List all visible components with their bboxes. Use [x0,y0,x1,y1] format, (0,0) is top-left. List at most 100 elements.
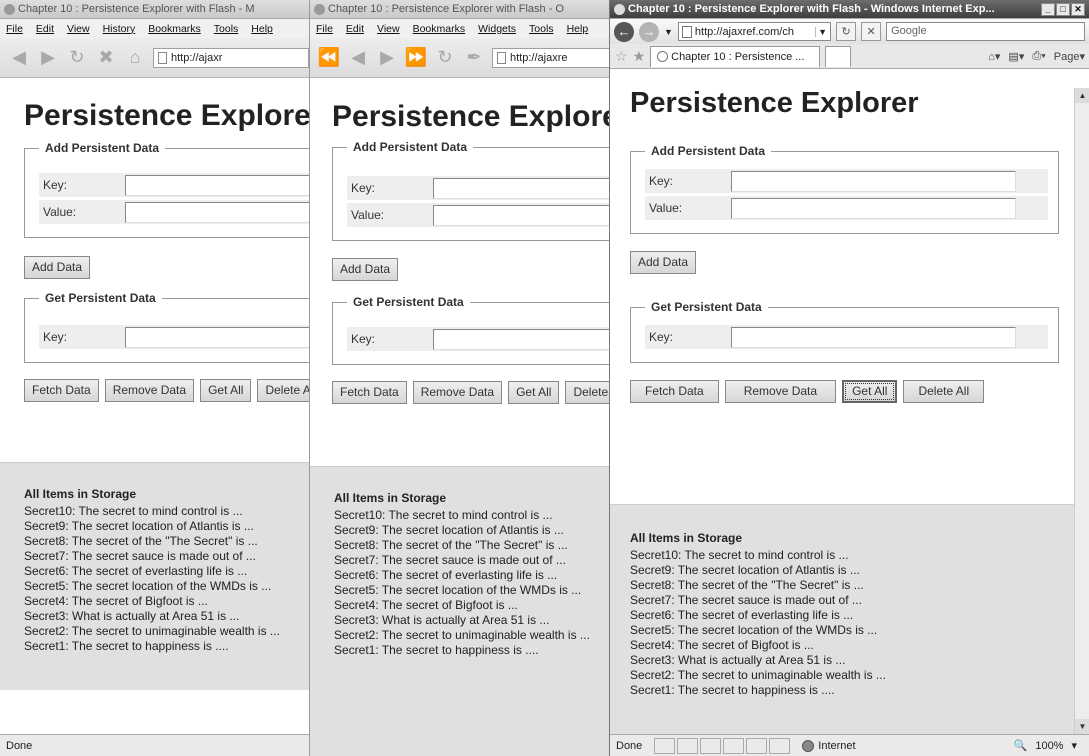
add-value-input[interactable] [433,204,614,226]
maximize-button[interactable]: □ [1056,2,1070,16]
get-data-fieldset: Get Persistent Data Key: [332,295,614,365]
storage-item: Secret3: What is actually at Area 51 is … [630,653,846,667]
page-title: Persistence Explorer [332,100,615,133]
storage-heading: All Items in Storage [630,531,743,545]
feeds-icon[interactable]: ▤▾ [1008,50,1024,63]
reload-icon[interactable]: ↻ [434,47,456,68]
storage-list: Secret10: The secret to mind control is … [24,504,309,654]
menu-help[interactable]: Help [251,23,273,35]
get-key-input[interactable] [433,328,614,350]
menu-widgets[interactable]: Widgets [478,23,516,35]
add-key-input[interactable] [433,177,614,199]
get-data-fieldset: Get Persistent Data Key: [24,291,309,363]
delete-all-button[interactable]: Delete All [565,381,614,404]
value-label: Value: [351,208,385,222]
remove-data-button[interactable]: Remove Data [724,380,837,403]
remove-data-button[interactable]: Remove Data [412,381,503,404]
forward-icon[interactable]: → [639,21,659,42]
add-data-legend: Add Persistent Data [353,140,468,154]
action-buttons: Fetch Data Remove Data Get All Delete Al… [24,379,309,402]
menu-tools[interactable]: Tools [529,23,554,35]
window-title: Chapter 10 : Persistence Explorer with F… [628,3,995,15]
get-key-row: Key: [645,325,1048,349]
menu-tools[interactable]: Tools [214,23,239,35]
menu-view[interactable]: View [67,23,90,35]
home-icon[interactable]: ⌂ [124,47,146,68]
zoom-control[interactable]: 🔍 100% ▾ [1014,739,1089,753]
scroll-up-icon[interactable]: ▲ [1075,88,1089,103]
page-content: Persistence Explorer Add Persistent Data… [0,99,309,402]
address-bar[interactable]: http://ajaxre [492,47,614,68]
add-key-input[interactable] [125,174,309,196]
close-button[interactable]: ✕ [1071,2,1085,16]
add-value-input[interactable] [731,197,1016,219]
remove-data-button[interactable]: Remove Data [104,379,195,402]
page-menu[interactable]: Page▾ [1054,50,1085,63]
favorites-star-icon[interactable]: ☆ [615,48,628,65]
menu-bookmarks[interactable]: Bookmarks [148,23,201,35]
delete-all-button[interactable]: Delete All [257,379,309,402]
fetch-data-button[interactable]: Fetch Data [630,380,719,403]
get-all-button[interactable]: Get All [200,379,252,402]
add-value-input[interactable] [125,201,309,223]
minimize-button[interactable]: _ [1041,2,1055,16]
history-dropdown-icon[interactable]: ▼ [664,27,673,37]
zoom-level: 100% [1035,739,1064,752]
fetch-data-button[interactable]: Fetch Data [24,379,99,402]
menu-bookmarks[interactable]: Bookmarks [413,23,466,35]
page-icon [158,51,167,64]
storage-item: Secret7: The secret sauce is made out of… [334,553,566,567]
stop-icon[interactable]: ✖ [95,47,117,68]
menu-view[interactable]: View [377,23,400,35]
print-icon[interactable]: ⎙▾ [1032,50,1045,63]
back-icon[interactable]: ◀ [347,47,369,68]
storage-item: Secret9: The secret location of Atlantis… [334,523,564,537]
add-key-input[interactable] [731,170,1016,192]
address-bar[interactable]: http://ajaxref.com/ch ▼ [677,22,832,41]
rewind-icon[interactable]: ⏪ [318,47,340,68]
new-tab-button[interactable] [825,45,852,67]
action-buttons: Fetch Data Remove Data Get All Delete Al… [630,380,1074,403]
add-data-button[interactable]: Add Data [630,251,697,274]
menu-history[interactable]: History [103,23,136,35]
edit-icon[interactable]: ✒ [463,47,485,68]
menu-edit[interactable]: Edit [346,23,364,35]
vertical-scrollbar[interactable]: ▲ ▼ [1074,88,1089,734]
menu-edit[interactable]: Edit [36,23,54,35]
back-icon[interactable]: ◀ [8,47,30,68]
browser-window-firefox: Chapter 10 : Persistence Explorer with F… [0,0,310,756]
refresh-icon[interactable]: ↻ [836,22,857,41]
home-icon[interactable]: ⌂▾ [988,50,1000,63]
get-key-input[interactable] [731,326,1016,348]
reload-icon[interactable]: ↻ [66,47,88,68]
window-title: Chapter 10 : Persistence Explorer with F… [18,3,255,15]
get-key-input[interactable] [125,326,309,348]
get-all-button[interactable]: Get All [508,381,560,404]
delete-all-button[interactable]: Delete All [903,380,985,403]
add-data-button[interactable]: Add Data [332,258,399,281]
window-title: Chapter 10 : Persistence Explorer with F… [328,3,564,15]
address-bar[interactable]: http://ajaxr [153,47,309,68]
storage-panel: All Items in Storage Secret10: The secre… [610,504,1074,734]
get-data-legend: Get Persistent Data [45,291,156,305]
menu-file[interactable]: File [316,23,333,35]
menu-file[interactable]: File [6,23,23,35]
stop-icon[interactable]: ✕ [861,22,882,41]
navigation-toolbar: ⏪ ◀ ▶ ⏩ ↻ ✒ http://ajaxre [310,38,614,78]
menu-help[interactable]: Help [567,23,589,35]
storage-item: Secret4: The secret of Bigfoot is ... [24,594,208,608]
add-favorites-icon[interactable]: ★ [633,48,646,65]
get-all-button[interactable]: Get All [842,380,898,403]
fast-forward-icon[interactable]: ⏩ [405,47,427,68]
status-panel [677,737,699,754]
address-dropdown-icon[interactable]: ▼ [815,26,827,37]
add-data-button[interactable]: Add Data [24,256,91,279]
forward-icon[interactable]: ▶ [37,47,59,68]
fetch-data-button[interactable]: Fetch Data [332,381,407,404]
tab-current[interactable]: Chapter 10 : Persistence ... [650,45,821,67]
security-zone[interactable]: Internet [802,739,856,752]
scroll-down-icon[interactable]: ▼ [1075,719,1089,734]
forward-icon[interactable]: ▶ [376,47,398,68]
back-icon[interactable]: ← [614,21,634,42]
search-input[interactable]: Google [886,22,1085,41]
